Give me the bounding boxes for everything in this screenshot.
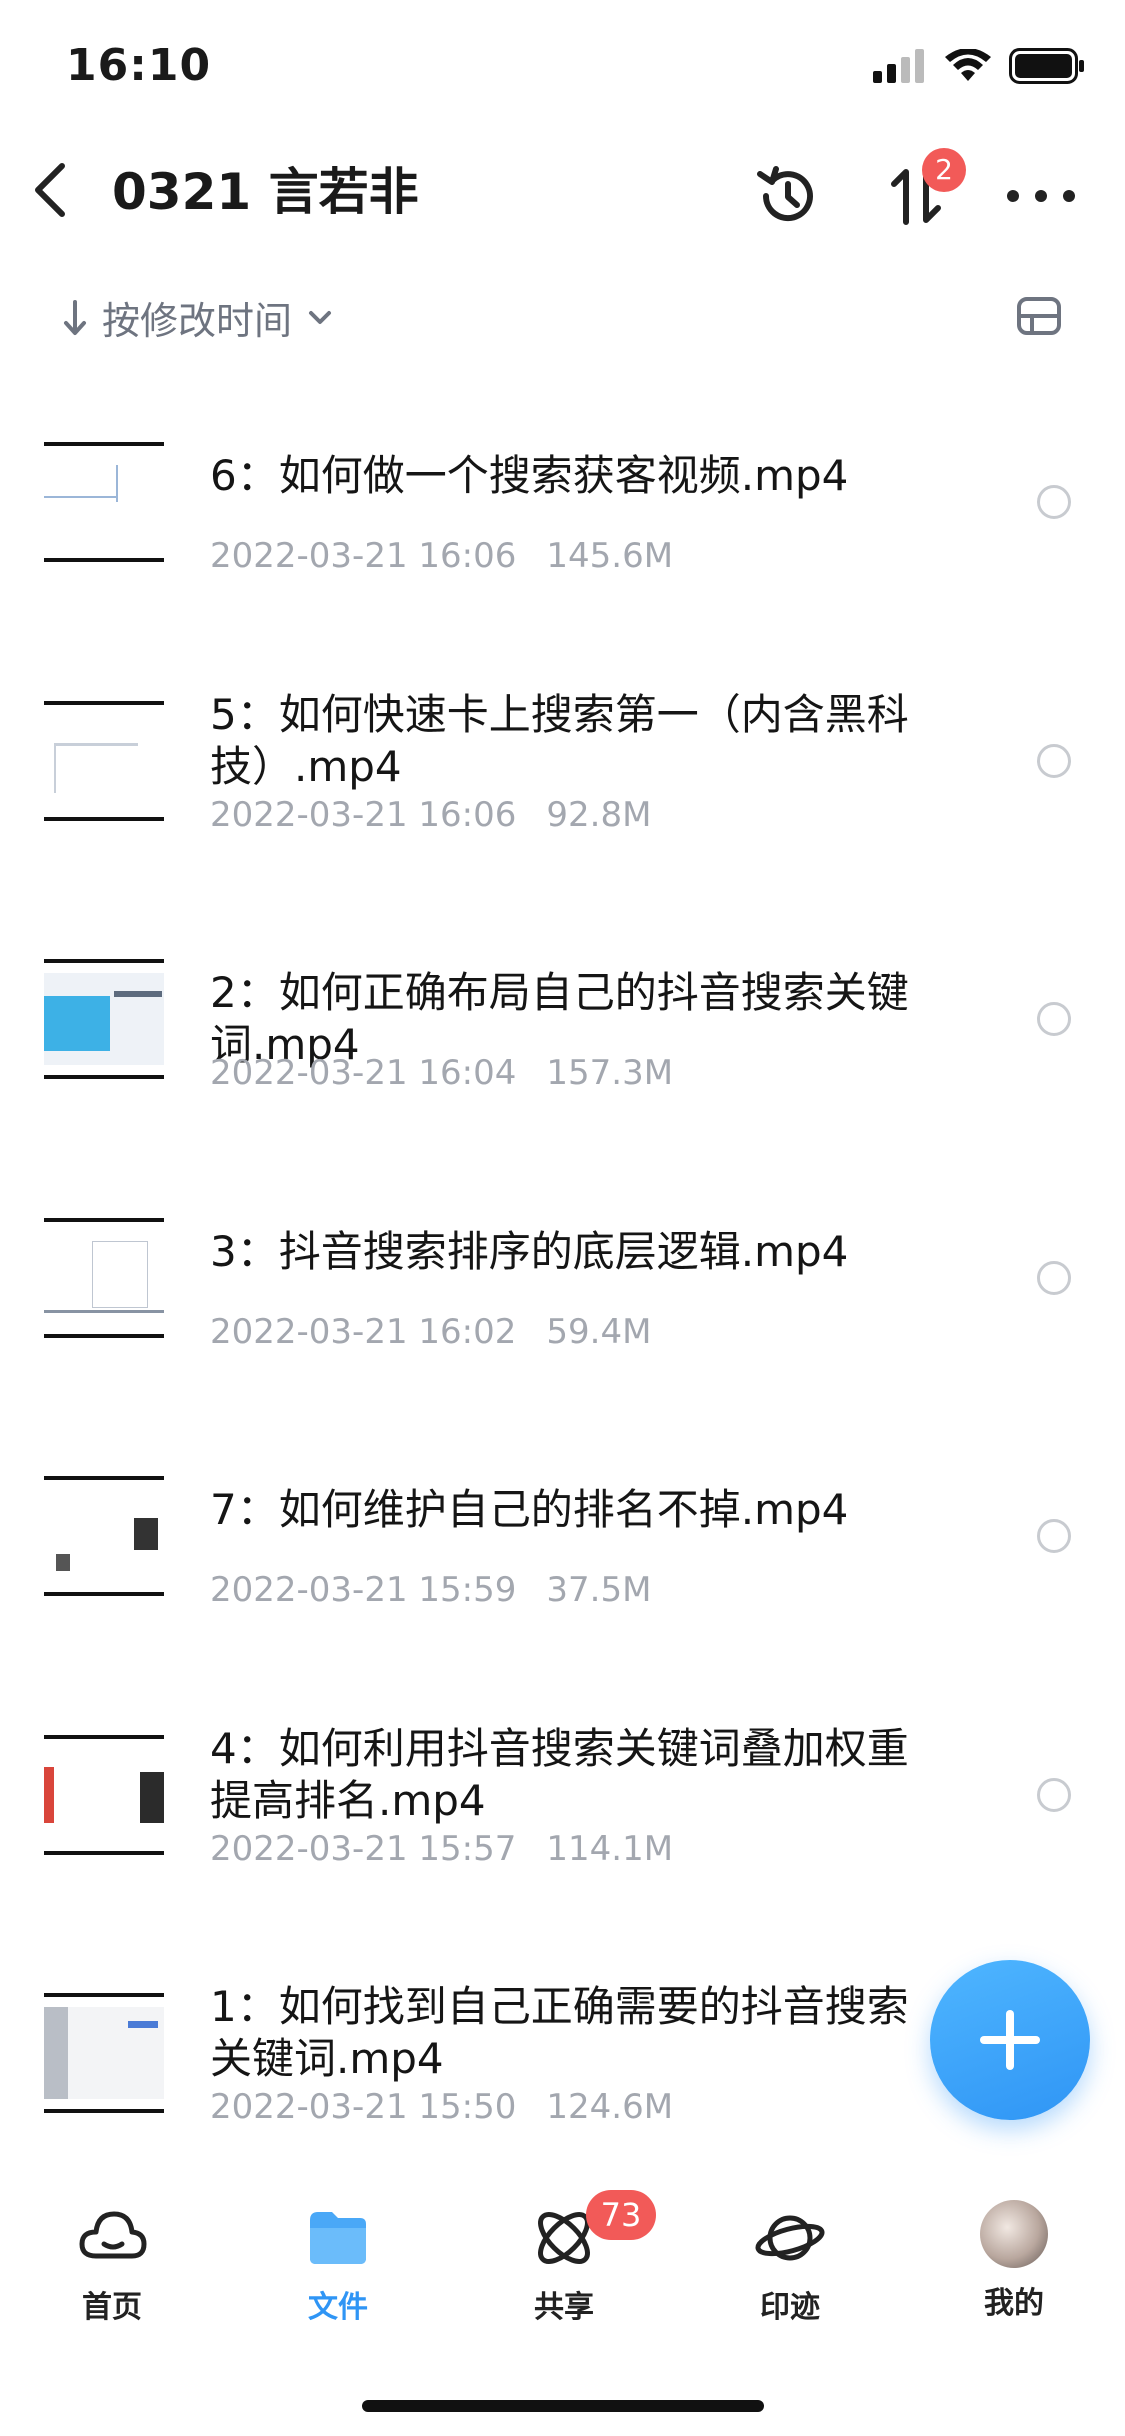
wifi-icon xyxy=(945,49,991,81)
file-size: 37.5M xyxy=(546,1570,652,1610)
status-time: 16:10 xyxy=(66,40,212,91)
sort-label: 按修改时间 xyxy=(102,299,293,343)
select-radio[interactable] xyxy=(1037,1261,1071,1295)
file-row[interactable]: 5：如何快速卡上搜索第一（内含黑科技）.mp4 2022-03-21 16:06 9… xyxy=(0,690,1125,959)
file-row[interactable]: 6：如何做一个搜索获客视频.mp4 2022-03-21 16:06 145.6M xyxy=(0,442,1125,700)
file-name: 5：如何快速卡上搜索第一（内含黑科技）.mp4 xyxy=(210,690,909,791)
tab-footprint[interactable]: 印迹 xyxy=(710,2200,870,2326)
view-toggle-icon[interactable] xyxy=(1016,296,1062,336)
tab-files-label: 文件 xyxy=(308,2290,368,2325)
video-thumbnail xyxy=(44,1476,164,1596)
status-icons xyxy=(873,48,1085,84)
file-row[interactable]: 4：如何利用抖音搜索关键词叠加权重提高排名.mp4 2022-03-21 15:5… xyxy=(0,1724,1125,1993)
planet-icon xyxy=(755,2215,825,2261)
file-name: 3：抖音搜索排序的底层逻辑.mp4 xyxy=(210,1227,849,1276)
battery-icon xyxy=(1009,48,1084,84)
file-name: 7：如何维护自己的排名不掉.mp4 xyxy=(210,1485,849,1534)
file-date: 2022-03-21 16:02 xyxy=(210,1312,517,1352)
folder-icon xyxy=(310,2212,366,2264)
video-thumbnail xyxy=(44,1993,164,2113)
home-indicator xyxy=(362,2400,764,2412)
file-size: 145.6M xyxy=(546,536,674,576)
avatar xyxy=(980,2200,1048,2268)
video-thumbnail xyxy=(44,701,164,821)
cellular-signal-icon xyxy=(873,49,924,83)
add-button[interactable] xyxy=(930,1960,1090,2120)
select-radio[interactable] xyxy=(1037,1002,1071,1036)
file-meta: 2022-03-21 15:59 37.5M xyxy=(210,1570,651,1610)
file-date: 2022-03-21 16:06 xyxy=(210,795,517,835)
file-name: 6：如何做一个搜索获客视频.mp4 xyxy=(210,451,849,500)
video-thumbnail xyxy=(44,1218,164,1338)
tab-home-label: 首页 xyxy=(82,2290,142,2325)
video-thumbnail xyxy=(44,442,164,562)
file-row[interactable]: 3：抖音搜索排序的底层逻辑.mp4 2022-03-21 16:02 59.4M xyxy=(0,1218,1125,1476)
file-name: 1：如何找到自己正确需要的抖音搜索关键词.mp4 xyxy=(210,1982,909,2083)
file-meta: 2022-03-21 15:50 124.6M xyxy=(210,2087,673,2127)
transfer-count-badge: 2 xyxy=(922,148,966,192)
file-date: 2022-03-21 15:57 xyxy=(210,1829,517,1869)
file-size: 59.4M xyxy=(546,1312,652,1352)
sort-selector[interactable]: 按修改时间 xyxy=(62,290,334,345)
file-date: 2022-03-21 15:50 xyxy=(210,2087,517,2127)
tab-files[interactable]: 文件 xyxy=(258,2200,418,2326)
video-thumbnail xyxy=(44,1735,164,1855)
file-size: 157.3M xyxy=(546,1053,674,1093)
file-size: 114.1M xyxy=(546,1829,674,1869)
more-icon[interactable] xyxy=(1004,176,1078,216)
file-meta: 2022-03-21 16:02 59.4M xyxy=(210,1312,651,1352)
file-meta: 2022-03-21 16:06 92.8M xyxy=(210,795,651,835)
cloud-icon xyxy=(79,2211,147,2259)
select-radio[interactable] xyxy=(1037,1519,1071,1553)
tab-bar: 首页 文件 共享 印迹 我的 xyxy=(0,2170,1125,2436)
arrow-down-icon xyxy=(64,299,86,335)
file-name: 4：如何利用抖音搜索关键词叠加权重提高排名.mp4 xyxy=(210,1724,909,1825)
page-title: 0321 言若非 xyxy=(112,163,419,221)
file-meta: 2022-03-21 16:06 145.6M xyxy=(210,536,673,576)
file-size: 92.8M xyxy=(546,795,652,835)
tab-me-label: 我的 xyxy=(984,2286,1044,2321)
file-row[interactable]: 2：如何正确布局自己的抖音搜索关键词.mp4 2022-03-21 16:04 15… xyxy=(0,959,1125,1217)
tab-home[interactable]: 首页 xyxy=(32,2200,192,2326)
file-date: 2022-03-21 16:04 xyxy=(210,1053,517,1093)
file-date: 2022-03-21 15:59 xyxy=(210,1570,517,1610)
video-thumbnail xyxy=(44,959,164,1079)
file-meta: 2022-03-21 15:57 114.1M xyxy=(210,1829,673,1869)
file-size: 124.6M xyxy=(546,2087,674,2127)
chevron-down-icon xyxy=(309,310,332,324)
tab-share-label: 共享 xyxy=(534,2290,594,2325)
file-meta: 2022-03-21 16:04 157.3M xyxy=(210,1053,673,1093)
history-icon[interactable] xyxy=(752,160,824,232)
tab-me[interactable]: 我的 xyxy=(934,2200,1094,2322)
file-date: 2022-03-21 16:06 xyxy=(210,536,517,576)
select-radio[interactable] xyxy=(1037,485,1071,519)
select-radio[interactable] xyxy=(1037,744,1071,778)
file-row[interactable]: 7：如何维护自己的排名不掉.mp4 2022-03-21 15:59 37.5M xyxy=(0,1476,1125,1734)
select-radio[interactable] xyxy=(1037,1778,1071,1812)
back-chevron-icon[interactable] xyxy=(26,160,76,220)
tab-footprint-label: 印迹 xyxy=(760,2290,820,2325)
share-count-badge: 73 xyxy=(586,2190,656,2240)
